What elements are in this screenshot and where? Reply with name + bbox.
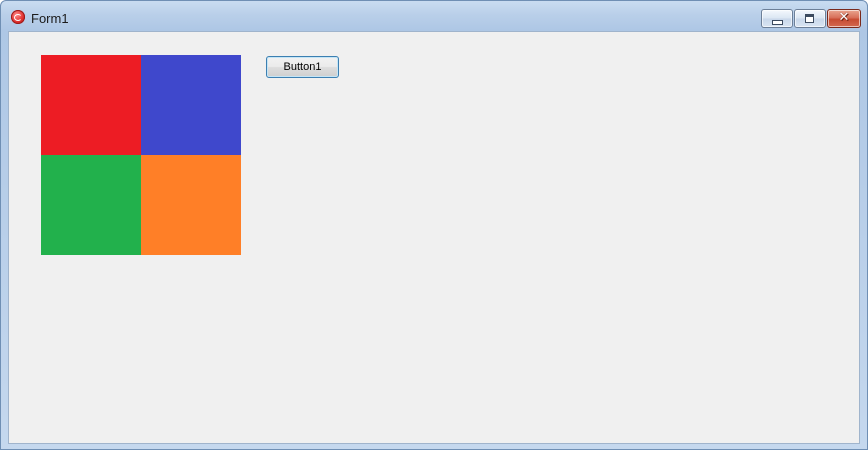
orange-square <box>141 155 241 255</box>
maximize-button[interactable] <box>794 9 826 28</box>
maximize-icon <box>805 14 814 23</box>
blue-square <box>141 55 241 155</box>
window-title: Form1 <box>31 11 69 26</box>
form1-window: Form1 ✕ Button1 <box>0 0 868 450</box>
app-icon[interactable] <box>11 10 25 24</box>
green-square <box>41 155 141 255</box>
color-grid <box>41 55 241 255</box>
close-icon: ✕ <box>838 10 850 25</box>
minimize-button[interactable] <box>761 9 793 28</box>
title-bar[interactable]: Form1 ✕ <box>1 1 867 31</box>
caption-buttons: ✕ <box>761 9 861 28</box>
close-button[interactable]: ✕ <box>827 9 861 28</box>
minimize-icon <box>772 20 783 25</box>
button1[interactable]: Button1 <box>266 56 339 78</box>
form-client-area: Button1 <box>8 31 860 444</box>
red-square <box>41 55 141 155</box>
